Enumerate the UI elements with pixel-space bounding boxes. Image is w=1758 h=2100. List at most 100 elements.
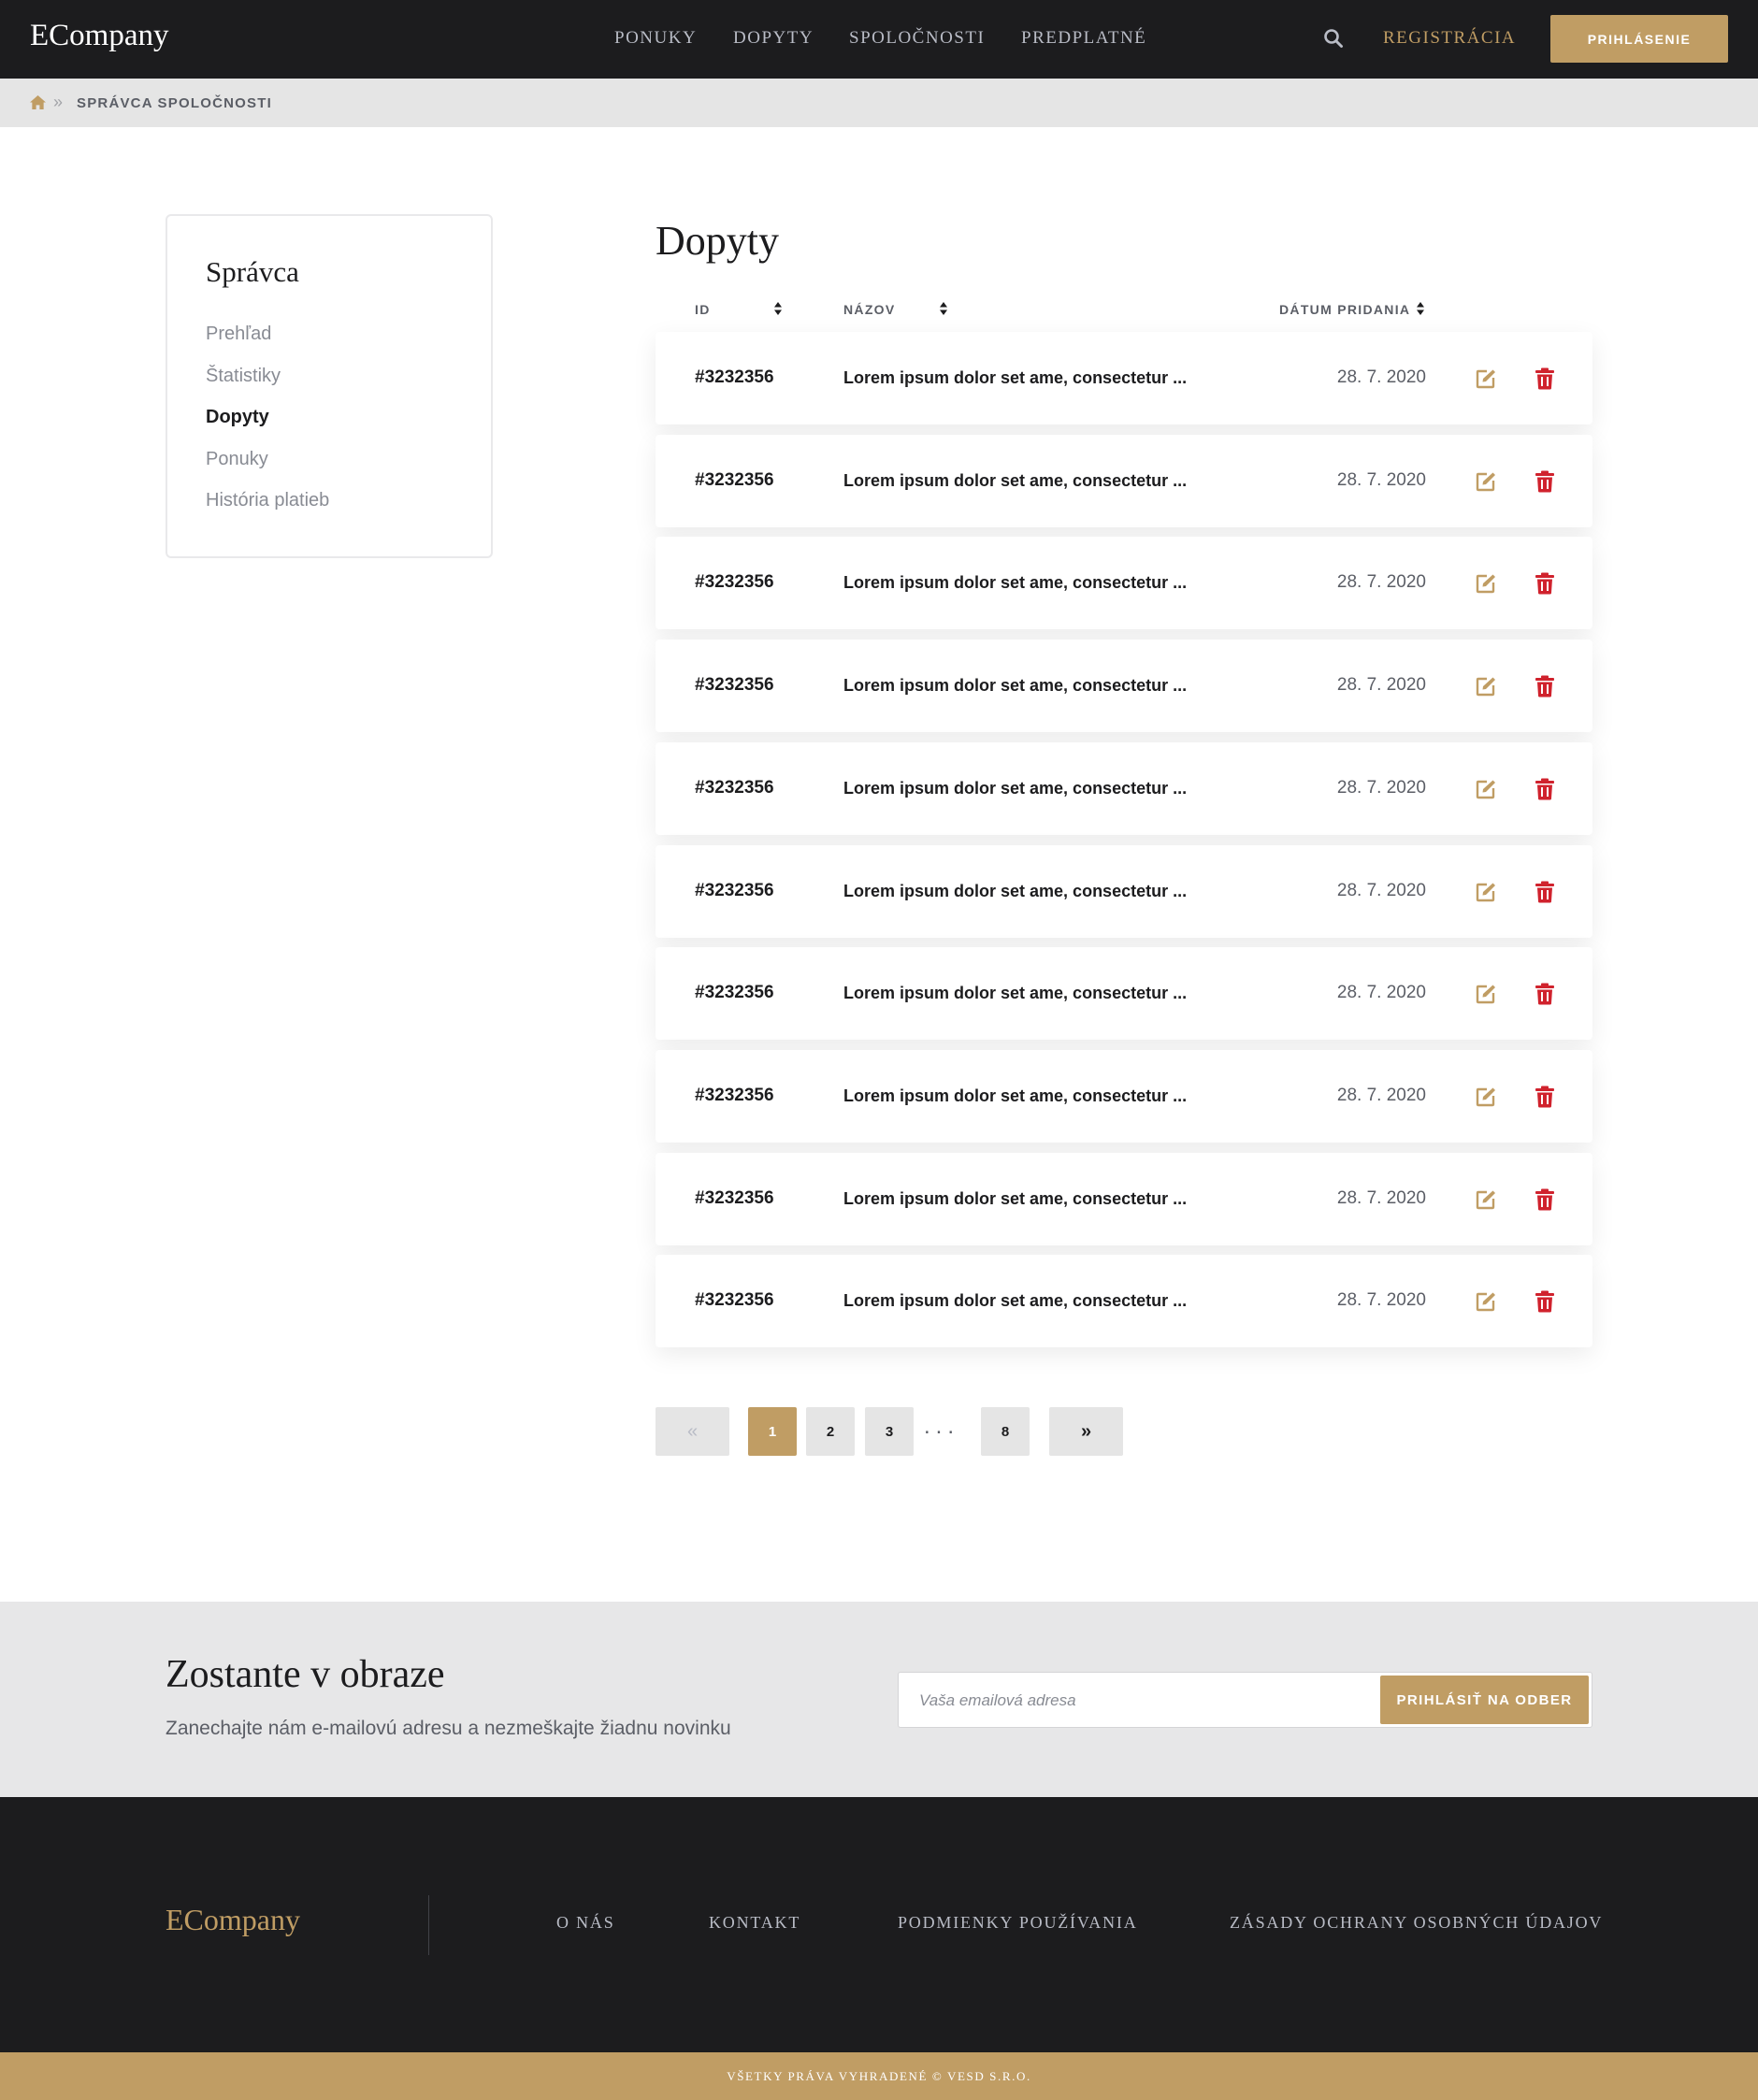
table-row: #3232356 Lorem ipsum dolor set ame, cons… bbox=[656, 844, 1592, 938]
row-name[interactable]: Lorem ipsum dolor set ame, consectetur .… bbox=[843, 471, 1187, 491]
row-name[interactable]: Lorem ipsum dolor set ame, consectetur .… bbox=[843, 1291, 1187, 1311]
row-id: #3232356 bbox=[695, 675, 774, 696]
edit-icon[interactable] bbox=[1475, 470, 1497, 493]
nav-spolocnosti[interactable]: SPOLOČNOSTI bbox=[849, 28, 985, 49]
row-id: #3232356 bbox=[695, 367, 774, 387]
row-name[interactable]: Lorem ipsum dolor set ame, consectetur .… bbox=[843, 1189, 1187, 1209]
sidebar-item-dopyty[interactable]: Dopyty bbox=[206, 407, 269, 428]
breadcrumb: » SPRÁVCA SPOLOČNOSTI bbox=[0, 79, 1758, 127]
footer-link-kontakt[interactable]: KONTAKT bbox=[709, 1913, 800, 1933]
newsletter-form: PRIHLÁSIŤ NA ODBER bbox=[898, 1672, 1592, 1728]
trash-icon[interactable] bbox=[1535, 778, 1555, 800]
row-name[interactable]: Lorem ipsum dolor set ame, consectetur .… bbox=[843, 676, 1187, 696]
row-id: #3232356 bbox=[695, 983, 774, 1003]
row-id: #3232356 bbox=[695, 1187, 774, 1208]
edit-icon[interactable] bbox=[1475, 778, 1497, 800]
pagination-page-2[interactable]: 2 bbox=[806, 1407, 855, 1456]
sort-icon[interactable] bbox=[1416, 301, 1425, 316]
nav-dopyty[interactable]: DOPYTY bbox=[733, 28, 814, 49]
trash-icon[interactable] bbox=[1535, 881, 1555, 903]
edit-icon[interactable] bbox=[1475, 367, 1497, 390]
sidebar-item-ponuky[interactable]: Ponuky bbox=[206, 449, 268, 470]
sidebar-title: Správca bbox=[206, 255, 299, 288]
nav-predplatne[interactable]: PREDPLATNÉ bbox=[1021, 28, 1146, 49]
footer-link-podmienky[interactable]: PODMIENKY POUŽÍVANIA bbox=[898, 1913, 1138, 1933]
row-date: 28. 7. 2020 bbox=[1336, 1187, 1426, 1208]
pagination-page-last[interactable]: 8 bbox=[981, 1407, 1030, 1456]
trash-icon[interactable] bbox=[1535, 470, 1555, 493]
row-name[interactable]: Lorem ipsum dolor set ame, consectetur .… bbox=[843, 573, 1187, 593]
row-name[interactable]: Lorem ipsum dolor set ame, consectetur .… bbox=[843, 368, 1187, 388]
edit-icon[interactable] bbox=[1475, 675, 1497, 698]
edit-icon[interactable] bbox=[1475, 1188, 1497, 1211]
subscribe-button[interactable]: PRIHLÁSIŤ NA ODBER bbox=[1380, 1676, 1589, 1724]
email-input[interactable] bbox=[919, 1689, 1331, 1713]
row-name[interactable]: Lorem ipsum dolor set ame, consectetur .… bbox=[843, 882, 1187, 901]
register-link[interactable]: REGISTRÁCIA bbox=[1383, 28, 1516, 49]
table-row: #3232356 Lorem ipsum dolor set ame, cons… bbox=[656, 947, 1592, 1041]
newsletter-title: Zostante v obraze bbox=[166, 1653, 445, 1696]
footer-logo[interactable]: ECompany bbox=[166, 1903, 300, 1937]
table-row: #3232356 Lorem ipsum dolor set ame, cons… bbox=[656, 1255, 1592, 1348]
table-row: #3232356 Lorem ipsum dolor set ame, cons… bbox=[656, 537, 1592, 630]
row-id: #3232356 bbox=[695, 777, 774, 798]
row-name[interactable]: Lorem ipsum dolor set ame, consectetur .… bbox=[843, 984, 1187, 1003]
row-date: 28. 7. 2020 bbox=[1336, 983, 1426, 1003]
admin-sidebar: Správca Prehľad Štatistiky Dopyty Ponuky… bbox=[166, 214, 493, 558]
sort-icon[interactable] bbox=[773, 301, 783, 316]
trash-icon[interactable] bbox=[1535, 1086, 1555, 1108]
pagination-page-3[interactable]: 3 bbox=[865, 1407, 914, 1456]
row-name[interactable]: Lorem ipsum dolor set ame, consectetur .… bbox=[843, 1086, 1187, 1106]
pagination-page-1[interactable]: 1 bbox=[748, 1407, 797, 1456]
row-date: 28. 7. 2020 bbox=[1336, 777, 1426, 798]
row-id: #3232356 bbox=[695, 1290, 774, 1311]
login-button[interactable]: PRIHLÁSENIE bbox=[1550, 15, 1728, 63]
edit-icon[interactable] bbox=[1475, 983, 1497, 1005]
footer: ECompany O NÁS KONTAKT PODMIENKY POUŽÍVA… bbox=[0, 1797, 1758, 2052]
trash-icon[interactable] bbox=[1535, 1188, 1555, 1211]
edit-icon[interactable] bbox=[1475, 1086, 1497, 1108]
row-id: #3232356 bbox=[695, 1085, 774, 1105]
row-date: 28. 7. 2020 bbox=[1336, 880, 1426, 900]
sidebar-item-historia-platieb[interactable]: História platieb bbox=[206, 490, 329, 511]
sidebar-item-statistiky[interactable]: Štatistiky bbox=[206, 366, 281, 387]
row-date: 28. 7. 2020 bbox=[1336, 367, 1426, 387]
trash-icon[interactable] bbox=[1535, 572, 1555, 595]
column-header-date[interactable]: DÁTUM PRIDANIA bbox=[1279, 302, 1410, 317]
trash-icon[interactable] bbox=[1535, 675, 1555, 698]
row-name[interactable]: Lorem ipsum dolor set ame, consectetur .… bbox=[843, 779, 1187, 798]
column-header-id[interactable]: ID bbox=[695, 302, 711, 317]
table-row: #3232356 Lorem ipsum dolor set ame, cons… bbox=[656, 332, 1592, 424]
pagination-ellipsis: ... bbox=[924, 1414, 960, 1439]
row-date: 28. 7. 2020 bbox=[1336, 1290, 1426, 1311]
row-date: 28. 7. 2020 bbox=[1336, 469, 1426, 490]
footer-link-o-nas[interactable]: O NÁS bbox=[556, 1913, 615, 1933]
edit-icon[interactable] bbox=[1475, 572, 1497, 595]
pagination-last[interactable]: » bbox=[1049, 1407, 1123, 1456]
trash-icon[interactable] bbox=[1535, 1290, 1555, 1313]
trash-icon[interactable] bbox=[1535, 367, 1555, 390]
sidebar-item-prehlad[interactable]: Prehľad bbox=[206, 324, 271, 345]
footer-divider bbox=[428, 1895, 429, 1955]
sort-icon[interactable] bbox=[939, 301, 948, 316]
footer-link-zasady[interactable]: ZÁSADY OCHRANY OSOBNÝCH ÚDAJOV bbox=[1230, 1913, 1603, 1933]
pagination-first[interactable]: « bbox=[656, 1407, 729, 1456]
row-id: #3232356 bbox=[695, 880, 774, 900]
nav-ponuky[interactable]: PONUKY bbox=[614, 28, 697, 49]
search-icon[interactable] bbox=[1323, 28, 1344, 49]
table-row: #3232356 Lorem ipsum dolor set ame, cons… bbox=[656, 1049, 1592, 1143]
row-id: #3232356 bbox=[695, 469, 774, 490]
row-date: 28. 7. 2020 bbox=[1336, 572, 1426, 593]
home-icon[interactable] bbox=[29, 94, 47, 110]
breadcrumb-current: SPRÁVCA SPOLOČNOSTI bbox=[77, 95, 272, 111]
table-row: #3232356 Lorem ipsum dolor set ame, cons… bbox=[656, 640, 1592, 733]
trash-icon[interactable] bbox=[1535, 983, 1555, 1005]
newsletter-section: Zostante v obraze Zanechajte nám e-mailo… bbox=[0, 1602, 1758, 1797]
column-header-name[interactable]: NÁZOV bbox=[843, 302, 896, 317]
row-id: #3232356 bbox=[695, 572, 774, 593]
table-row: #3232356 Lorem ipsum dolor set ame, cons… bbox=[656, 434, 1592, 527]
edit-icon[interactable] bbox=[1475, 1290, 1497, 1313]
edit-icon[interactable] bbox=[1475, 881, 1497, 903]
table-row: #3232356 Lorem ipsum dolor set ame, cons… bbox=[656, 1152, 1592, 1245]
top-navbar: ECompany PONUKY DOPYTY SPOLOČNOSTI PREDP… bbox=[0, 0, 1758, 79]
